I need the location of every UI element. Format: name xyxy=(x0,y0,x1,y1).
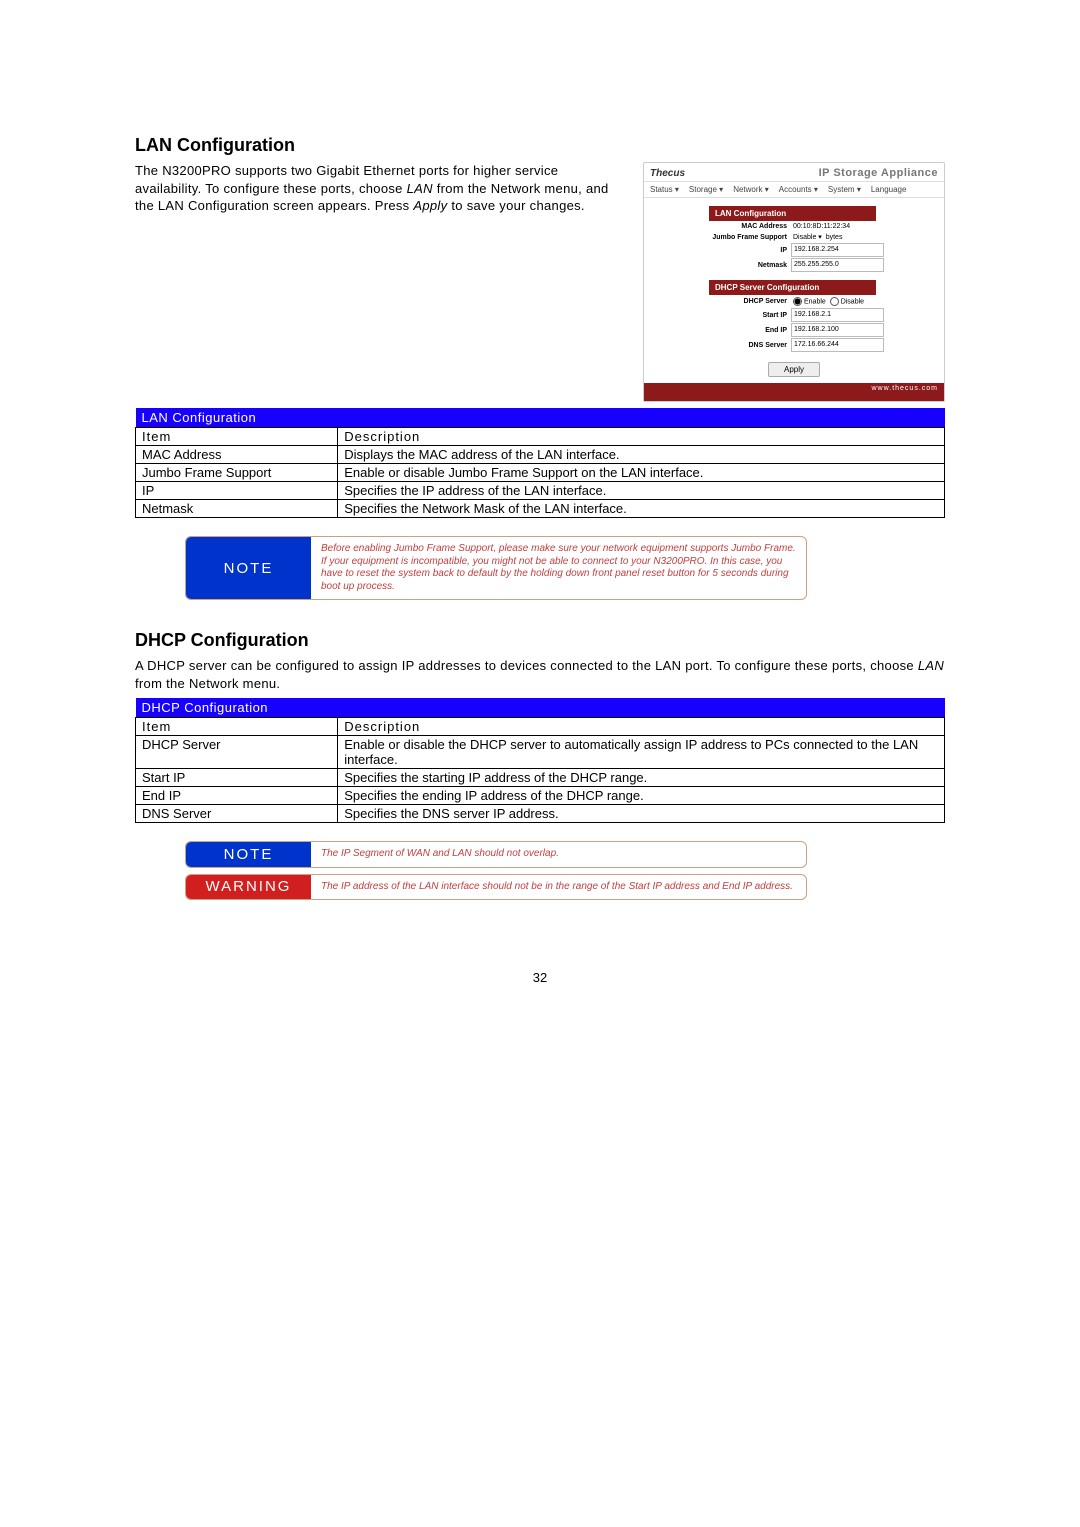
mini-radio-enable[interactable]: Enable xyxy=(804,298,826,305)
mini-jumbo-label: Jumbo Frame Support xyxy=(709,234,791,241)
page-number: 32 xyxy=(135,970,945,985)
mini-ip-value[interactable]: 192.168.2.254 xyxy=(791,243,884,257)
brand-logo: Thecus xyxy=(650,168,685,179)
dhcp-r2-desc: Specifies the ending IP address of the D… xyxy=(338,787,945,805)
menu-status[interactable]: Status ▾ xyxy=(650,185,679,194)
lan-table-title: LAN Configuration xyxy=(136,408,945,428)
lan-r3-desc: Specifies the Network Mask of the LAN in… xyxy=(338,500,945,518)
lan-r2-item: IP xyxy=(136,482,338,500)
menu-network[interactable]: Network ▾ xyxy=(733,185,769,194)
note-label-2: NOTE xyxy=(186,842,311,867)
lan-r0-desc: Displays the MAC address of the LAN inte… xyxy=(338,446,945,464)
warning-callout: WARNING The IP address of the LAN interf… xyxy=(185,874,807,901)
dhcp-intro-b: LAN xyxy=(918,658,944,673)
note-text-2: The IP Segment of WAN and LAN should not… xyxy=(311,842,806,867)
dhcp-r0-item: DHCP Server xyxy=(136,736,338,769)
dhcp-r3-desc: Specifies the DNS server IP address. xyxy=(338,805,945,823)
apply-button[interactable]: Apply xyxy=(768,362,820,377)
mini-jumbo-value[interactable]: Disable ▾ bytes xyxy=(791,232,884,242)
lan-intro-d: Apply xyxy=(413,198,447,213)
mini-footer: www.thecus.com xyxy=(644,383,944,401)
dhcp-r1-desc: Specifies the starting IP address of the… xyxy=(338,769,945,787)
table-row: DHCP Server Enable or disable the DHCP s… xyxy=(136,736,945,769)
dhcp-intro: A DHCP server can be configured to assig… xyxy=(135,657,945,692)
dhcp-table-title: DHCP Configuration xyxy=(136,698,945,718)
menu-accounts[interactable]: Accounts ▾ xyxy=(779,185,818,194)
mini-netmask-value[interactable]: 255.255.255.0 xyxy=(791,258,884,272)
mini-dns-label: DNS Server xyxy=(709,342,791,349)
mini-mac-value: 00:10:8D:11:22:34 xyxy=(791,222,884,231)
note-text: Before enabling Jumbo Frame Support, ple… xyxy=(311,537,806,599)
mini-startip-value[interactable]: 192.168.2.1 xyxy=(791,308,884,322)
lan-intro-e: to save your changes. xyxy=(447,198,584,213)
dhcp-col-desc: Description xyxy=(338,718,945,736)
lan-r0-item: MAC Address xyxy=(136,446,338,464)
warning-label: WARNING xyxy=(186,875,311,900)
radio-disable-icon[interactable] xyxy=(830,297,839,306)
note-callout-2: NOTE The IP Segment of WAN and LAN shoul… xyxy=(185,841,807,868)
table-row: Start IP Specifies the starting IP addre… xyxy=(136,769,945,787)
dhcp-intro-c: from the Network menu. xyxy=(135,676,280,691)
dhcp-intro-a: A DHCP server can be configured to assig… xyxy=(135,658,918,673)
lan-heading: LAN Configuration xyxy=(135,135,945,156)
dhcp-def-table: DHCP Configuration Item Description DHCP… xyxy=(135,698,945,823)
menu-system[interactable]: System ▾ xyxy=(828,185,861,194)
lan-r1-desc: Enable or disable Jumbo Frame Support on… xyxy=(338,464,945,482)
mini-dns-value[interactable]: 172.16.66.244 xyxy=(791,338,884,352)
lan-col-desc: Description xyxy=(338,428,945,446)
table-row: DNS Server Specifies the DNS server IP a… xyxy=(136,805,945,823)
dhcp-col-item: Item xyxy=(136,718,338,736)
dhcp-r1-item: Start IP xyxy=(136,769,338,787)
dhcp-r0-desc: Enable or disable the DHCP server to aut… xyxy=(338,736,945,769)
radio-enable-icon[interactable] xyxy=(793,297,802,306)
mini-endip-label: End IP xyxy=(709,327,791,334)
lan-intro: The N3200PRO supports two Gigabit Ethern… xyxy=(135,162,625,402)
table-row: MAC Address Displays the MAC address of … xyxy=(136,446,945,464)
mini-radio-disable[interactable]: Disable xyxy=(841,298,864,305)
lan-config-screenshot: Thecus IP Storage Appliance Status ▾ Sto… xyxy=(643,162,945,402)
lan-def-table: LAN Configuration Item Description MAC A… xyxy=(135,408,945,518)
mini-section-dhcp: DHCP Server Configuration xyxy=(709,280,876,295)
app-title: IP Storage Appliance xyxy=(693,167,938,179)
mini-dhcpserver-value[interactable]: Enable Disable xyxy=(791,296,884,307)
table-row: IP Specifies the IP address of the LAN i… xyxy=(136,482,945,500)
lan-intro-b: LAN xyxy=(407,181,433,196)
dhcp-r2-item: End IP xyxy=(136,787,338,805)
dhcp-heading: DHCP Configuration xyxy=(135,630,945,651)
warning-text: The IP address of the LAN interface shou… xyxy=(311,875,806,900)
note-label: NOTE xyxy=(186,537,311,599)
mini-mac-label: MAC Address xyxy=(709,223,791,230)
lan-r1-item: Jumbo Frame Support xyxy=(136,464,338,482)
lan-col-item: Item xyxy=(136,428,338,446)
lan-r3-item: Netmask xyxy=(136,500,338,518)
mini-ip-label: IP xyxy=(709,247,791,254)
mini-dhcpserver-label: DHCP Server xyxy=(709,298,791,305)
mini-netmask-label: Netmask xyxy=(709,262,791,269)
menubar: Status ▾ Storage ▾ Network ▾ Accounts ▾ … xyxy=(644,181,944,198)
dhcp-r3-item: DNS Server xyxy=(136,805,338,823)
menu-storage[interactable]: Storage ▾ xyxy=(689,185,723,194)
table-row: Jumbo Frame Support Enable or disable Ju… xyxy=(136,464,945,482)
lan-r2-desc: Specifies the IP address of the LAN inte… xyxy=(338,482,945,500)
mini-section-lan: LAN Configuration xyxy=(709,206,876,221)
table-row: Netmask Specifies the Network Mask of th… xyxy=(136,500,945,518)
menu-language[interactable]: Language xyxy=(871,185,907,194)
mini-jumbo-select[interactable]: Disable xyxy=(793,234,816,241)
table-row: End IP Specifies the ending IP address o… xyxy=(136,787,945,805)
mini-startip-label: Start IP xyxy=(709,312,791,319)
mini-endip-value[interactable]: 192.168.2.100 xyxy=(791,323,884,337)
note-callout: NOTE Before enabling Jumbo Frame Support… xyxy=(185,536,807,600)
mini-jumbo-suffix: bytes xyxy=(826,234,843,241)
